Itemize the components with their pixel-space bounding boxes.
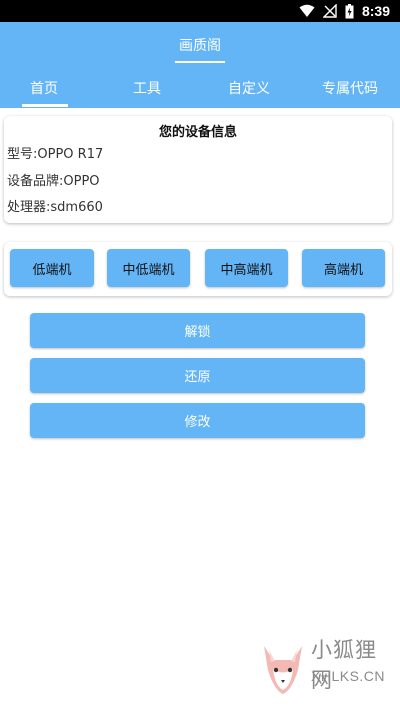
signal-muted-icon (322, 4, 337, 18)
status-bar: 8:39 (0, 0, 400, 22)
status-time: 8:39 (361, 3, 390, 19)
mid-high-end-button[interactable]: 中高端机 (205, 249, 288, 287)
tab-indicator (22, 104, 68, 107)
app-title: 画质阁 (179, 38, 221, 54)
unlock-button[interactable]: 解锁 (30, 313, 365, 348)
tab-tools[interactable]: 工具 (98, 68, 196, 108)
high-end-button[interactable]: 高端机 (302, 249, 385, 287)
device-info-title: 您的设备信息 (158, 125, 237, 140)
device-brand: 设备品牌:OPPO (7, 174, 100, 189)
status-icons: 8:39 (299, 3, 390, 19)
title-underline (175, 61, 225, 63)
watermark-text: 小狐狸网 (311, 638, 377, 692)
mid-low-end-button[interactable]: 中低端机 (107, 249, 190, 287)
battery-icon (345, 3, 354, 19)
tab-bar: 首页 工具 自定义 专属代码 (0, 68, 400, 108)
modify-button[interactable]: 修改 (30, 403, 365, 438)
watermark-domain: XHLKS.CN (311, 668, 386, 684)
device-processor: 处理器:sdm660 (7, 200, 103, 215)
tab-home[interactable]: 首页 (0, 68, 88, 108)
tab-custom[interactable]: 自定义 (198, 68, 300, 108)
device-info-card: 您的设备信息 型号:OPPO R17 设备品牌:OPPO 处理器:sdm660 (4, 116, 392, 223)
watermark: 小狐狸网 XHLKS.CN (258, 632, 396, 704)
wifi-icon (299, 4, 315, 18)
tab-exclusive-code[interactable]: 专属代码 (300, 68, 400, 108)
low-end-button[interactable]: 低端机 (10, 249, 94, 287)
restore-button[interactable]: 还原 (30, 358, 365, 393)
device-model: 型号:OPPO R17 (7, 147, 104, 162)
